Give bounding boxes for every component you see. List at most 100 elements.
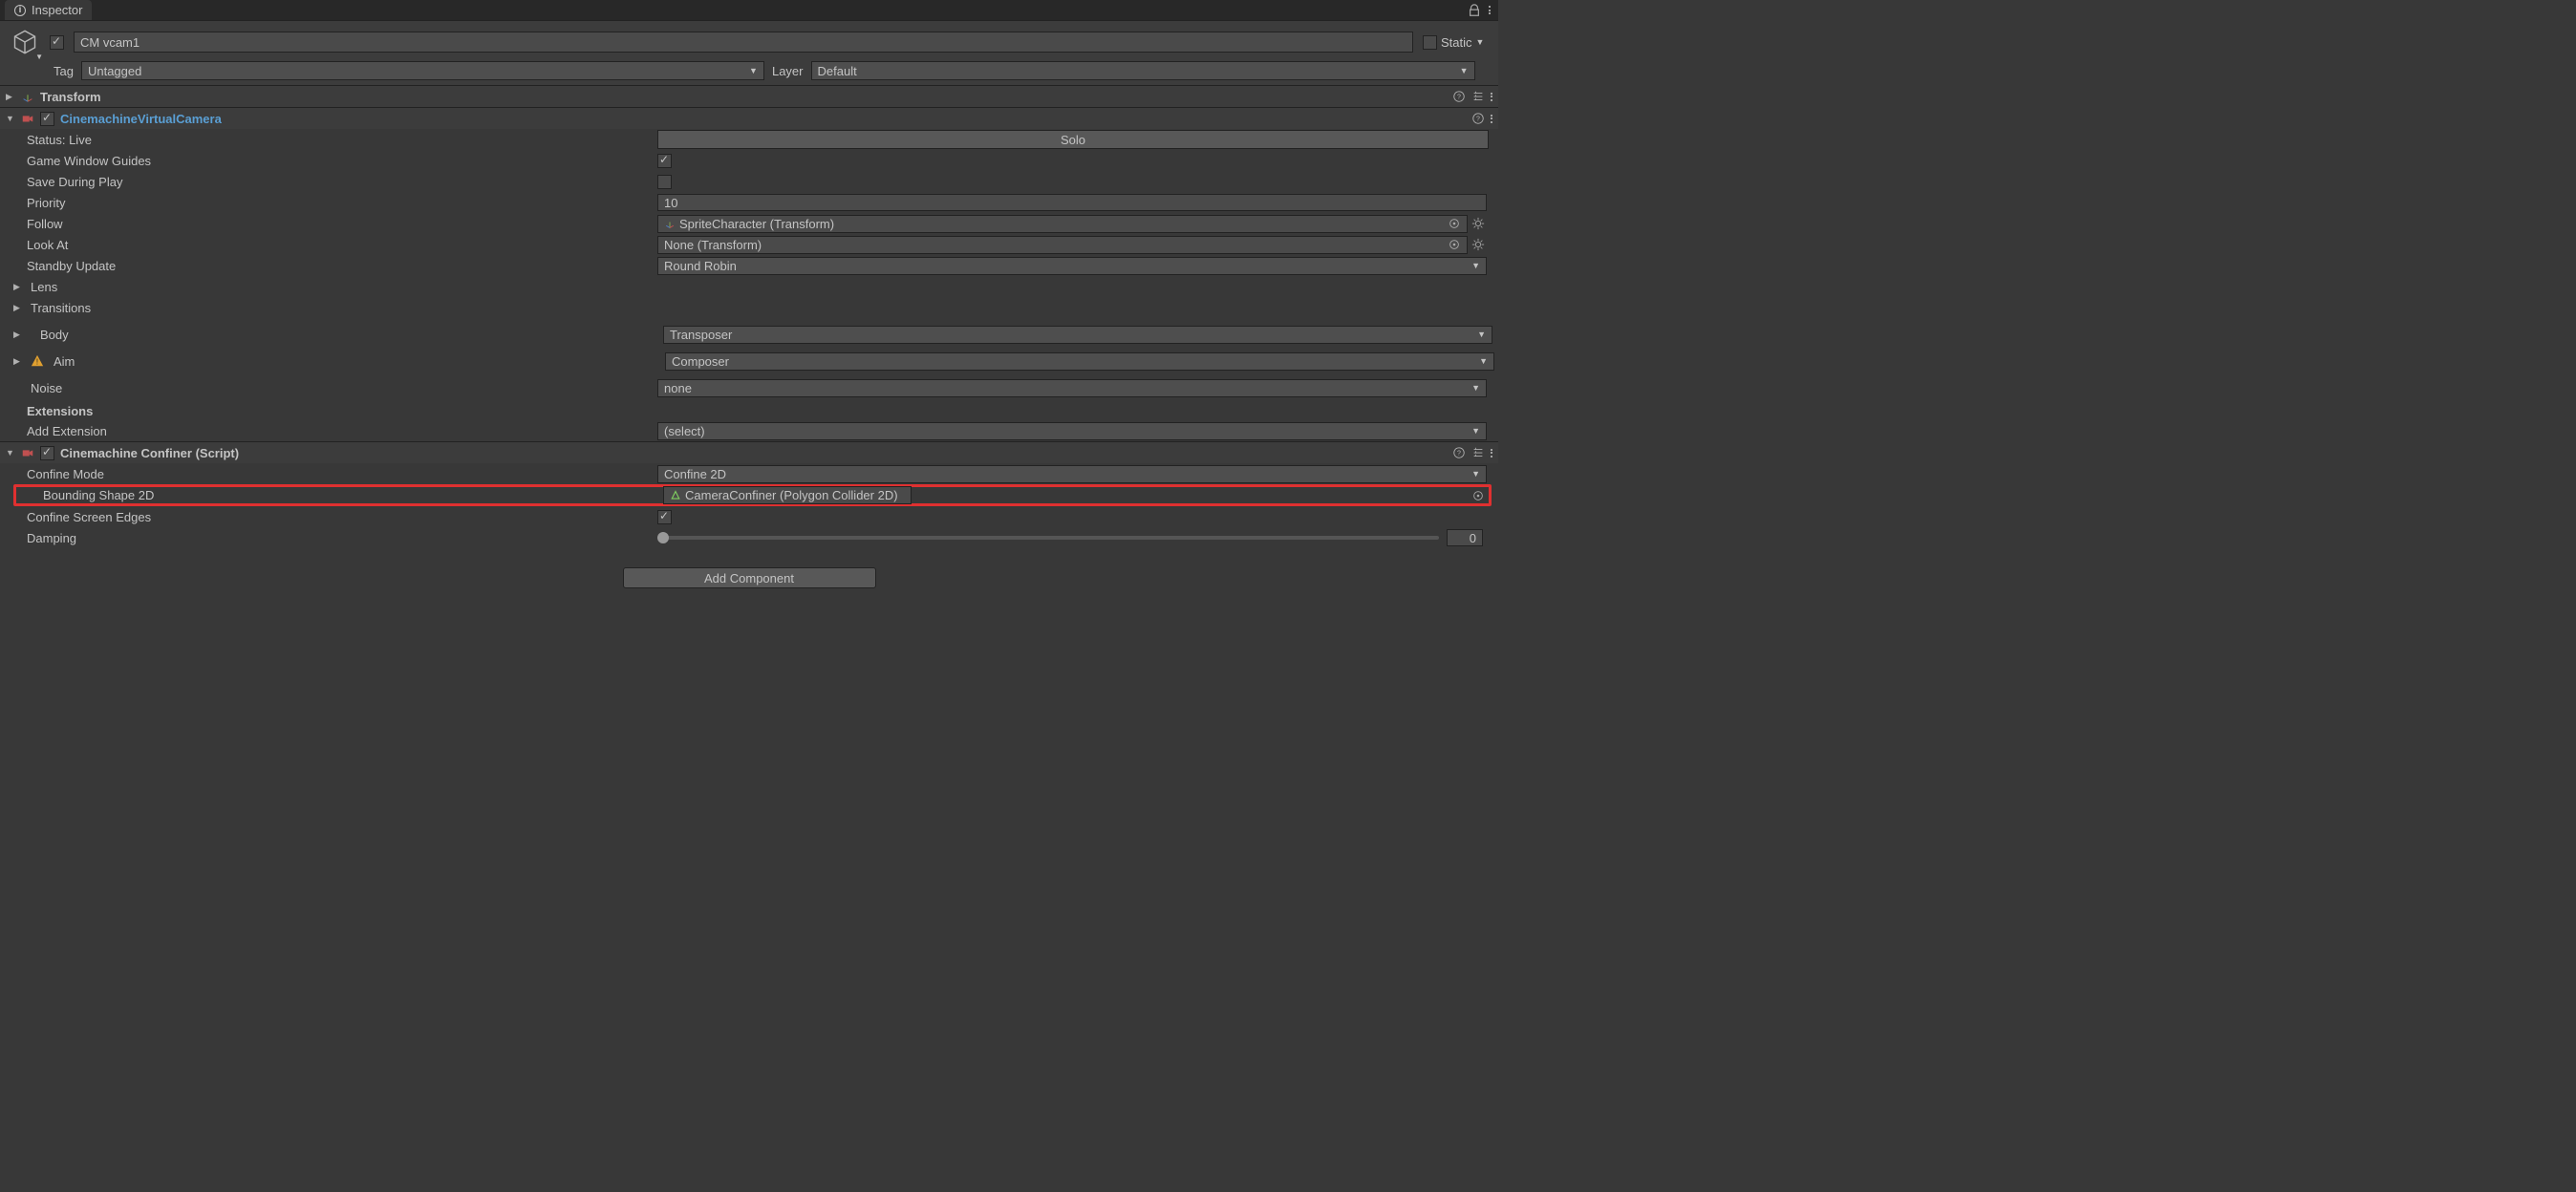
bounding-shape-field[interactable]: CameraConfiner (Polygon Collider 2D) xyxy=(663,486,912,504)
inspector-tab[interactable]: i Inspector xyxy=(5,0,92,20)
layer-label: Layer xyxy=(772,64,804,78)
foldout-icon[interactable] xyxy=(6,114,15,123)
follow-label: Follow xyxy=(17,217,650,231)
object-picker-icon[interactable] xyxy=(1471,489,1485,502)
chevron-down-icon: ▼ xyxy=(1471,426,1480,436)
foldout-icon[interactable] xyxy=(6,92,15,102)
component-title: Cinemachine Confiner (Script) xyxy=(60,446,239,460)
bounding-shape-label: Bounding Shape 2D xyxy=(33,488,655,502)
gear-icon[interactable] xyxy=(1471,217,1485,230)
gameobject-name-input[interactable] xyxy=(74,32,1413,53)
confine-mode-label: Confine Mode xyxy=(17,467,650,481)
gameobject-header: ▼ Static ▼ Tag Untagged ▼ Layer Default … xyxy=(0,21,1498,85)
gwg-checkbox[interactable] xyxy=(657,154,672,168)
gwg-label: Game Window Guides xyxy=(17,154,650,168)
component-enabled-checkbox[interactable] xyxy=(40,112,54,126)
gameobject-icon[interactable]: ▼ xyxy=(10,29,40,55)
noise-label: Noise xyxy=(17,381,650,395)
svg-text:?: ? xyxy=(1457,451,1461,458)
info-icon: i xyxy=(14,5,26,16)
extensions-heading: Extensions xyxy=(0,398,1498,420)
cinemachine-icon xyxy=(21,446,34,459)
sdp-checkbox[interactable] xyxy=(657,175,672,189)
add-component-button[interactable]: Add Component xyxy=(623,567,876,588)
component-title[interactable]: CinemachineVirtualCamera xyxy=(60,112,222,126)
add-extension-dropdown[interactable]: (select) ▼ xyxy=(657,422,1487,440)
static-label: Static xyxy=(1441,35,1472,50)
preset-icon[interactable] xyxy=(1471,446,1485,459)
svg-text:!: ! xyxy=(36,358,38,367)
help-icon[interactable]: ? xyxy=(1471,112,1485,125)
chevron-down-icon: ▼ xyxy=(1460,66,1469,75)
lens-label: Lens xyxy=(31,280,57,294)
help-icon[interactable]: ? xyxy=(1452,446,1466,459)
damping-label: Damping xyxy=(17,531,650,545)
sdp-label: Save During Play xyxy=(17,175,650,189)
gameobject-enabled-checkbox[interactable] xyxy=(50,35,64,50)
transform-component-header[interactable]: Transform ? xyxy=(0,86,1498,107)
add-extension-label: Add Extension xyxy=(17,424,650,438)
static-checkbox[interactable] xyxy=(1423,35,1437,50)
object-picker-icon[interactable] xyxy=(1448,238,1461,251)
svg-text:?: ? xyxy=(1476,117,1480,123)
damping-slider[interactable] xyxy=(657,536,1439,540)
context-menu-icon[interactable] xyxy=(1491,112,1492,125)
component-enabled-checkbox[interactable] xyxy=(40,446,54,460)
preset-icon[interactable] xyxy=(1471,90,1485,103)
svg-text:?: ? xyxy=(1457,95,1461,101)
chevron-down-icon: ▼ xyxy=(1471,261,1480,270)
foldout-icon[interactable] xyxy=(6,448,15,458)
chevron-down-icon: ▼ xyxy=(749,66,758,75)
confine-edges-checkbox[interactable] xyxy=(657,510,672,524)
chevron-down-icon: ▼ xyxy=(1471,469,1480,479)
lookat-label: Look At xyxy=(17,238,650,252)
standby-label: Standby Update xyxy=(17,259,650,273)
confine-mode-dropdown[interactable]: Confine 2D ▼ xyxy=(657,465,1487,483)
lookat-field[interactable]: None (Transform) xyxy=(657,236,1468,254)
chevron-down-icon: ▼ xyxy=(1471,383,1480,393)
priority-label: Priority xyxy=(17,196,650,210)
layer-dropdown[interactable]: Default ▼ xyxy=(811,61,1475,80)
tab-bar: i Inspector xyxy=(0,0,1498,21)
chevron-down-icon[interactable]: ▼ xyxy=(35,53,43,61)
cinemachine-icon xyxy=(21,112,34,125)
priority-input[interactable] xyxy=(657,194,1487,211)
foldout-icon[interactable] xyxy=(13,303,23,313)
transform-icon xyxy=(21,90,34,103)
help-icon[interactable]: ? xyxy=(1452,90,1466,103)
confiner-component-header[interactable]: Cinemachine Confiner (Script) ? xyxy=(0,442,1498,463)
lock-icon[interactable] xyxy=(1468,4,1481,17)
context-menu-icon[interactable] xyxy=(1491,446,1492,459)
vcam-component-header[interactable]: CinemachineVirtualCamera ? xyxy=(0,108,1498,129)
chevron-down-icon: ▼ xyxy=(1477,330,1486,339)
noise-dropdown[interactable]: none ▼ xyxy=(657,379,1487,397)
context-menu-icon[interactable] xyxy=(1489,4,1491,17)
component-title: Transform xyxy=(40,90,101,104)
slider-thumb[interactable] xyxy=(657,532,669,543)
follow-field[interactable]: SpriteCharacter (Transform) xyxy=(657,215,1468,233)
standby-dropdown[interactable]: Round Robin ▼ xyxy=(657,257,1487,275)
body-dropdown[interactable]: Transposer ▼ xyxy=(663,326,1492,344)
tab-title: Inspector xyxy=(32,3,82,17)
chevron-down-icon[interactable]: ▼ xyxy=(1476,37,1485,47)
chevron-down-icon: ▼ xyxy=(1479,356,1488,366)
confine-edges-label: Confine Screen Edges xyxy=(17,510,650,524)
context-menu-icon[interactable] xyxy=(1491,90,1492,103)
tag-label: Tag xyxy=(54,64,74,78)
solo-button[interactable]: Solo xyxy=(657,130,1489,149)
foldout-icon[interactable] xyxy=(13,282,23,292)
warning-icon: ! xyxy=(31,354,44,368)
status-label: Status: Live xyxy=(17,133,650,147)
foldout-icon[interactable] xyxy=(13,330,23,340)
gear-icon[interactable] xyxy=(1471,238,1485,251)
aim-dropdown[interactable]: Composer ▼ xyxy=(665,352,1494,371)
body-label: Body xyxy=(31,328,655,342)
transform-icon xyxy=(664,218,676,229)
polygon-collider-icon xyxy=(670,490,681,501)
foldout-icon[interactable] xyxy=(13,356,23,367)
tag-dropdown[interactable]: Untagged ▼ xyxy=(81,61,764,80)
damping-input[interactable] xyxy=(1447,529,1483,546)
transitions-label: Transitions xyxy=(31,301,91,315)
bounding-shape-row-highlight: Bounding Shape 2D CameraConfiner (Polygo… xyxy=(13,484,1492,506)
object-picker-icon[interactable] xyxy=(1448,217,1461,230)
